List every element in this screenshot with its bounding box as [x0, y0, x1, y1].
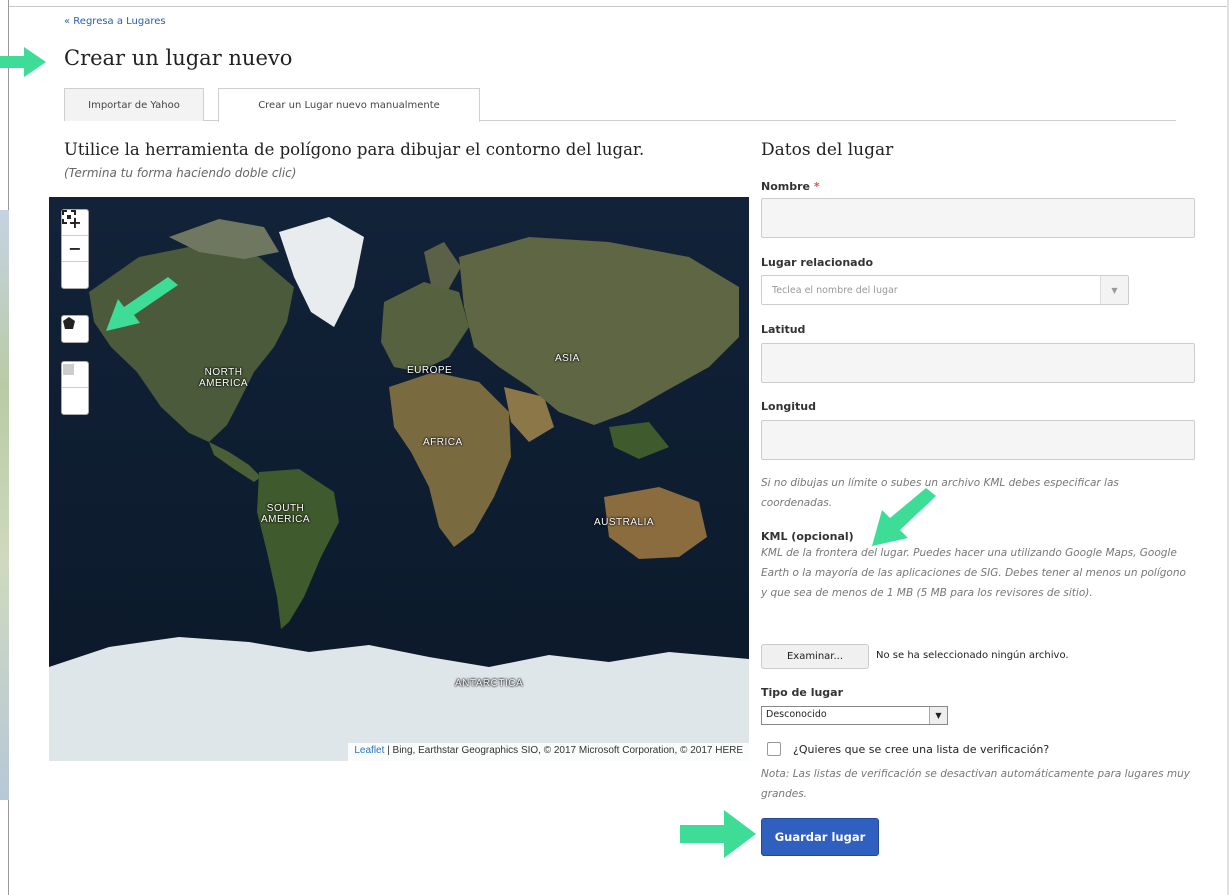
fullscreen-icon	[62, 210, 76, 224]
place-type-value: Desconocido	[766, 709, 827, 720]
label-asia: ASIA	[555, 353, 580, 364]
zoom-control: + −	[61, 209, 89, 289]
label-antarctica: ANTARCTICA	[455, 678, 524, 689]
fullscreen-button[interactable]	[62, 210, 88, 288]
map-instructions-hint: (Termina tu forma haciendo doble clic)	[64, 166, 297, 180]
label-europe: EUROPE	[407, 365, 453, 376]
place-data-heading: Datos del lugar	[761, 140, 894, 160]
latitude-label: Latitud	[761, 323, 806, 336]
browse-file-button[interactable]: Examinar...	[761, 644, 869, 669]
polygon-icon	[63, 317, 75, 329]
place-type-label: Tipo de lugar	[761, 686, 844, 699]
related-place-placeholder: Teclea el nombre del lugar	[772, 285, 898, 296]
kml-help-text: KML de la frontera del lugar. Puedes hac…	[761, 547, 1186, 599]
zoom-out-button[interactable]: −	[62, 236, 88, 262]
label-africa: AFRICA	[423, 437, 463, 448]
related-place-label: Lugar relacionado	[761, 256, 874, 269]
coordinates-help-text: Si no dibujas un límite o subes un archi…	[761, 477, 1119, 509]
required-indicator: *	[813, 180, 820, 193]
window-top-border	[9, 0, 1229, 7]
tab-create-manually[interactable]: Crear un Lugar nuevo manualmente	[218, 88, 480, 122]
checklist-note-text: Nota: Las listas de verificación se desa…	[761, 768, 1191, 800]
tab-bar: Importar de Yahoo Crear un Lugar nuevo m…	[64, 88, 1176, 122]
map-attribution: Leaflet | Bing, Earthstar Geographics SI…	[348, 743, 749, 761]
map-attribution-text: | Bing, Earthstar Geographics SIO, © 201…	[384, 745, 743, 756]
draw-polygon-control	[61, 315, 89, 343]
page-title: Crear un lugar nuevo	[64, 46, 293, 70]
longitude-label: Longitud	[761, 400, 817, 413]
label-south-america-text: SOUTH AMERICA	[261, 503, 311, 525]
tab-import-yahoo[interactable]: Importar de Yahoo	[64, 88, 204, 121]
create-checklist-label: ¿Quieres que se cree una lista de verifi…	[793, 743, 1050, 756]
place-type-select[interactable]: Desconocido ▼	[761, 706, 948, 725]
label-north-america: NORTH AMERICA	[199, 367, 248, 389]
trash-icon	[64, 364, 74, 375]
create-checklist-checkbox[interactable]	[767, 742, 781, 756]
select-arrow-icon: ▼	[929, 707, 947, 724]
leaflet-link[interactable]: Leaflet	[354, 745, 384, 756]
annotation-arrow-polygon-tool	[106, 277, 178, 331]
back-to-places-link[interactable]: « Regresa a Lugares	[64, 16, 166, 27]
save-place-button[interactable]: Guardar lugar	[761, 818, 879, 856]
annotation-arrow-save	[680, 810, 756, 858]
label-north-america-text: NORTH AMERICA	[199, 367, 249, 389]
label-australia: AUSTRALIA	[594, 517, 655, 528]
kml-label: KML (opcional)	[761, 530, 854, 543]
map-instructions-heading: Utilice la herramienta de polígono para …	[64, 140, 645, 159]
name-label-text: Nombre	[761, 180, 810, 193]
latitude-input[interactable]	[761, 343, 1195, 383]
longitude-input[interactable]	[761, 420, 1195, 460]
draw-polygon-button[interactable]	[62, 316, 88, 342]
file-status-text: No se ha seleccionado ningún archivo.	[876, 650, 1069, 661]
dropdown-caret-icon: ▼	[1100, 276, 1128, 304]
label-south-america: SOUTH AMERICA	[261, 503, 310, 525]
annotation-arrow-title	[0, 47, 46, 77]
name-input[interactable]	[761, 198, 1195, 238]
background-window-sliver	[0, 210, 9, 800]
annotation-arrow-kml	[872, 488, 936, 546]
related-place-select[interactable]: Teclea el nombre del lugar ▼	[761, 275, 1129, 305]
name-label: Nombre *	[761, 180, 820, 193]
edit-layers-control	[61, 361, 89, 415]
delete-layers-button[interactable]	[62, 364, 88, 414]
